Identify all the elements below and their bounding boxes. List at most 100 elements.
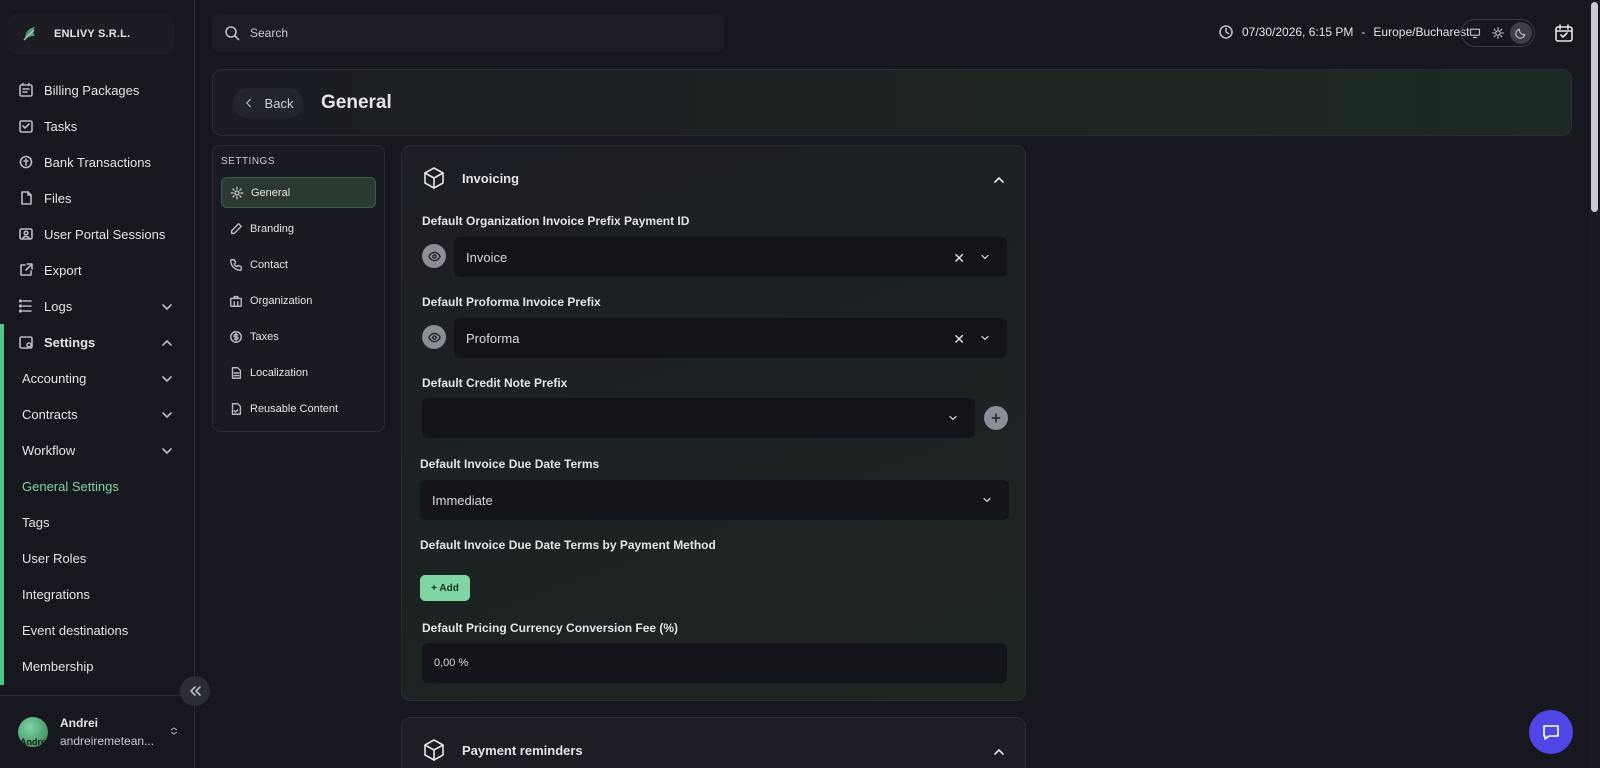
sidebar-item-files[interactable]: Files [0, 180, 195, 216]
sidebar-item-label: Settings [44, 334, 96, 350]
invoicing-card-header[interactable]: Invoicing [422, 166, 519, 190]
back-button[interactable]: Back [233, 88, 303, 118]
dollar-circle-icon [230, 330, 242, 343]
theme-dark-option[interactable] [1509, 22, 1532, 44]
tasks-icon [19, 120, 33, 133]
sidebar-item-billing-packages[interactable]: Billing Packages [0, 72, 195, 108]
datetime-display: 07/30/2026, 6:15 PM - Europe/Bucharest [1218, 24, 1469, 40]
sidebar-item-label: Billing Packages [44, 82, 140, 98]
pen-icon [230, 222, 242, 234]
settings-icon [19, 336, 33, 349]
clear-icon[interactable]: ✕ [953, 250, 965, 267]
search-input[interactable] [250, 26, 690, 40]
chevron-up-icon[interactable] [991, 172, 1007, 188]
settings-nav-label: Branding [250, 222, 295, 235]
settings-nav-general[interactable]: General [221, 177, 376, 208]
collapse-sidebar-button[interactable] [180, 676, 210, 706]
org-name: ENLIVY S.R.L. [54, 28, 131, 40]
chevron-down-icon [981, 335, 989, 341]
sidebar-subitem-label: Integrations [22, 586, 90, 602]
portal-icon [19, 228, 33, 240]
settings-group: Settings Accounting Contracts Workflow G… [0, 324, 195, 685]
building-icon [230, 295, 242, 307]
visibility-toggle[interactable] [422, 244, 446, 268]
page-header: Back General [212, 69, 1572, 136]
org-switcher[interactable]: ENLIVY S.R.L. [8, 14, 174, 54]
sidebar-subitem-accounting[interactable]: Accounting [0, 360, 195, 396]
add-due-term-button[interactable]: + Add [420, 575, 470, 601]
sidebar-item-label: Bank Transactions [44, 154, 151, 170]
add-credit-note-prefix-button[interactable] [984, 406, 1008, 430]
sidebar-item-bank-transactions[interactable]: Bank Transactions [0, 144, 195, 180]
settings-nav-label: Reusable Content [250, 402, 339, 415]
theme-light-option[interactable] [1487, 22, 1509, 44]
org-prefix-select[interactable]: Invoice ✕ [454, 237, 1007, 277]
box-icon [424, 167, 444, 189]
settings-nav-reusable-content[interactable]: Reusable Content [221, 393, 376, 424]
sidebar-subitem-event-destinations[interactable]: Event destinations [0, 612, 195, 648]
theme-toggle[interactable] [1461, 19, 1535, 47]
sidebar-subitem-contracts[interactable]: Contracts [0, 396, 195, 432]
sidebar-subitem-tags[interactable]: Tags [0, 504, 195, 540]
sidebar-item-user-portal-sessions[interactable]: User Portal Sessions [0, 216, 195, 252]
credit-note-prefix-select[interactable] [422, 398, 975, 438]
chevron-down-icon [162, 412, 172, 418]
chevron-down-icon [162, 304, 172, 310]
chevron-down-icon [162, 448, 172, 454]
visibility-toggle[interactable] [422, 325, 446, 349]
sidebar-subitem-label: Event destinations [22, 622, 129, 638]
page-scrollbar[interactable] [1589, 0, 1600, 768]
due-terms-select[interactable]: Immediate [420, 480, 1009, 520]
clear-icon[interactable]: ✕ [953, 331, 965, 348]
settings-nav-contact[interactable]: Contact [221, 249, 376, 280]
settings-nav-localization[interactable]: Localization [221, 357, 376, 388]
chat-button[interactable] [1529, 710, 1573, 754]
sidebar-item-tasks[interactable]: Tasks [0, 108, 195, 144]
double-chevron-left-icon [190, 686, 201, 696]
chat-icon [1543, 725, 1559, 740]
sidebar-item-settings[interactable]: Settings [0, 324, 195, 360]
clock-icon [1219, 25, 1233, 39]
sidebar-subitem-integrations[interactable]: Integrations [0, 576, 195, 612]
sidebar-subitem-workflow[interactable]: Workflow [0, 432, 195, 468]
settings-nav-branding[interactable]: Branding [221, 213, 376, 244]
sidebar-item-logs[interactable]: Logs [0, 288, 195, 324]
sidebar-subitem-label: User Roles [22, 550, 87, 566]
sidebar-subitem-user-roles[interactable]: User Roles [0, 540, 195, 576]
chevron-down-icon [949, 415, 957, 421]
file-icon [21, 191, 32, 205]
back-label: Back [264, 95, 294, 111]
sidebar-subitem-label: Accounting [22, 370, 87, 386]
user-menu[interactable]: Andre Andrei andreiremetean... [0, 695, 195, 768]
chevron-up-icon[interactable] [991, 744, 1007, 760]
due-terms-payment-label: Default Invoice Due Date Terms by Paymen… [420, 538, 716, 552]
reusable-document-icon [231, 402, 242, 415]
sidebar-item-label: Files [44, 190, 72, 206]
org-prefix-label: Default Organization Invoice Prefix Paym… [422, 214, 690, 228]
chevron-down-icon [162, 376, 172, 382]
sidebar-item-export[interactable]: Export [0, 252, 195, 288]
logs-icon [18, 299, 32, 313]
scrollbar-thumb[interactable] [1591, 2, 1598, 212]
box-icon [424, 739, 444, 761]
sidebar-subitem-membership[interactable]: Membership [0, 648, 195, 684]
credit-note-prefix-label: Default Credit Note Prefix [422, 376, 568, 390]
proforma-prefix-select[interactable]: Proforma ✕ [454, 318, 1007, 358]
settings-nav: SETTINGS General Branding Contact Organi… [212, 145, 385, 432]
search-icon [225, 26, 240, 41]
sidebar-subitem-general-settings[interactable]: General Settings [0, 468, 195, 504]
conversion-fee-value: 0,00 % [434, 657, 469, 669]
settings-nav-label: General [251, 186, 291, 199]
settings-nav-organization[interactable]: Organization [221, 285, 376, 316]
theme-system-option[interactable] [1464, 22, 1486, 44]
settings-nav-taxes[interactable]: Taxes [221, 321, 376, 352]
payment-reminders-header[interactable]: Payment reminders [422, 738, 583, 762]
moon-icon [1514, 28, 1525, 39]
calendar-button[interactable] [1554, 23, 1574, 43]
monitor-icon [1470, 28, 1481, 39]
conversion-fee-input[interactable]: 0,00 % [422, 643, 1007, 683]
page-title: General [321, 92, 392, 113]
settings-nav-title: SETTINGS [221, 156, 276, 167]
export-icon [20, 263, 33, 276]
search-bar[interactable] [212, 14, 724, 52]
